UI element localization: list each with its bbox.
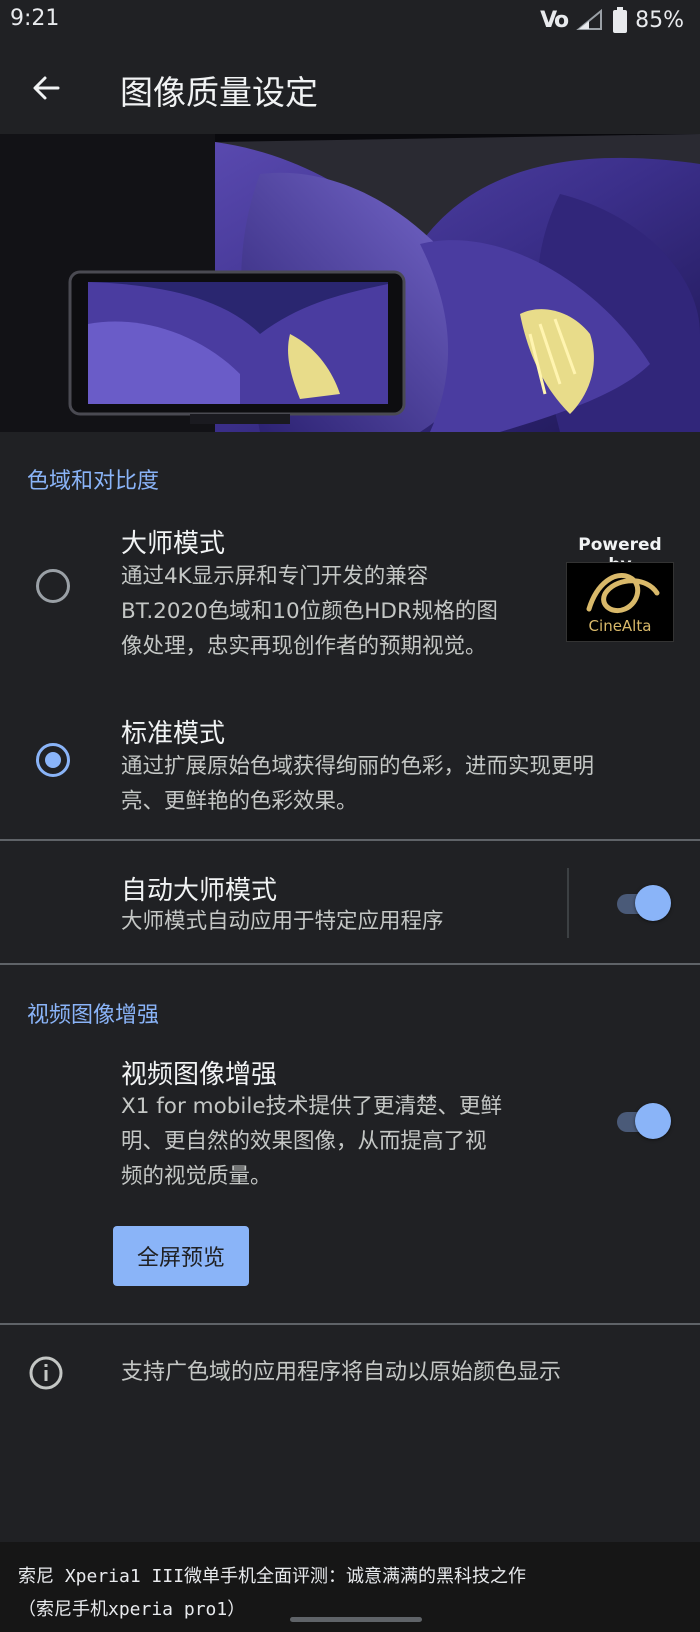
standard-mode-desc-line-1: 通过扩展原始色域获得绚丽的色彩，进而实现更明: [121, 754, 595, 779]
cinealta-emblem-icon: [586, 573, 660, 613]
section-header-video: 视频图像增强: [27, 1003, 160, 1028]
video-enhance-toggle[interactable]: [613, 1103, 671, 1139]
video-enhance-row[interactable]: 视频图像增强 X1 for mobile技术提供了更清楚、更鲜 明、更自然的效果…: [0, 1054, 700, 1194]
auto-master-mode-row[interactable]: 自动大师模式 大师模式自动应用于特定应用程序: [0, 866, 700, 940]
status-time: 9:21: [10, 6, 60, 31]
video-enhance-title: 视频图像增强: [121, 1060, 278, 1090]
master-mode-desc-line-2: BT.2020色域和10位颜色HDR规格的图: [121, 599, 498, 624]
volte-icon: Vo: [540, 7, 569, 33]
hero-illustration: [0, 134, 700, 432]
option-standard-mode[interactable]: 标准模式 通过扩展原始色域获得绚丽的色彩，进而实现更明 亮、更鲜艳的色彩效果。: [0, 708, 700, 818]
master-mode-description: 通过4K显示屏和专门开发的兼容 BT.2020色域和10位颜色HDR规格的图 像…: [121, 559, 498, 664]
signal-icon: [576, 8, 603, 30]
radio-standard-mode[interactable]: [36, 743, 70, 777]
battery-icon: [613, 7, 628, 33]
arrow-left-icon: [33, 76, 60, 100]
info-icon: [29, 1356, 63, 1390]
back-button[interactable]: [22, 64, 70, 112]
divider: [0, 963, 700, 965]
video-enhance-desc-line-3: 频的视觉质量。: [121, 1164, 272, 1189]
app-bar: 图像质量设定: [0, 48, 700, 128]
cinealta-text: CineAlta: [588, 617, 652, 635]
divider: [0, 1323, 700, 1325]
status-bar: 9:21 Vo 85%: [0, 0, 700, 40]
vertical-divider: [567, 868, 569, 938]
standard-mode-desc-line-2: 亮、更鲜艳的色彩效果。: [121, 789, 358, 814]
master-mode-title: 大师模式: [121, 529, 226, 559]
hero-image: [0, 134, 700, 432]
cinealta-logo: CineAlta: [566, 562, 674, 642]
toggle-thumb: [635, 885, 671, 921]
auto-master-mode-toggle[interactable]: [613, 885, 671, 921]
master-mode-desc-line-1: 通过4K显示屏和专门开发的兼容: [121, 564, 429, 589]
master-mode-desc-line-3: 像处理，忠实再现创作者的预期视觉。: [121, 634, 487, 659]
caption-line-1: 索尼 Xperia1 III微单手机全面评测：诚意满满的黑科技之作: [18, 1566, 527, 1587]
gesture-nav-handle[interactable]: [290, 1617, 422, 1622]
fullscreen-preview-button[interactable]: 全屏预览: [113, 1226, 249, 1286]
page-title: 图像质量设定: [120, 73, 318, 112]
standard-mode-description: 通过扩展原始色域获得绚丽的色彩，进而实现更明 亮、更鲜艳的色彩效果。: [121, 749, 594, 819]
auto-master-mode-title: 自动大师模式: [121, 876, 278, 906]
info-text: 支持广色域的应用程序将自动以原始颜色显示: [121, 1360, 562, 1385]
caption-line-2: （索尼手机xperia pro1）: [18, 1599, 246, 1620]
video-enhance-description: X1 for mobile技术提供了更清楚、更鲜 明、更自然的效果图像，从而提高…: [121, 1089, 502, 1194]
divider: [0, 839, 700, 841]
standard-mode-title: 标准模式: [121, 719, 226, 749]
status-icons: Vo 85%: [540, 4, 684, 36]
battery-percent: 85%: [635, 7, 684, 33]
auto-master-mode-description: 大师模式自动应用于特定应用程序: [121, 909, 444, 934]
video-enhance-desc-line-1: X1 for mobile技术提供了更清楚、更鲜: [121, 1094, 503, 1119]
video-enhance-desc-line-2: 明、更自然的效果图像，从而提高了视: [121, 1129, 487, 1154]
section-header-color: 色域和对比度: [27, 469, 160, 494]
radio-master-mode[interactable]: [36, 569, 70, 603]
toggle-thumb: [635, 1103, 671, 1139]
